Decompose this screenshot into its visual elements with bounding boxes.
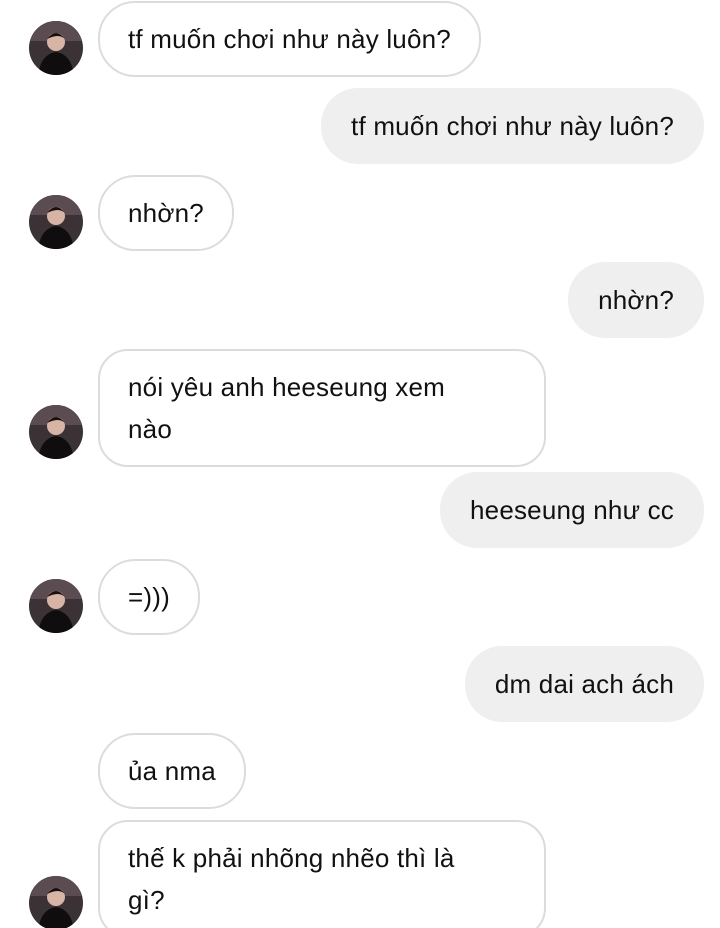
incoming-message-bubble[interactable]: nói yêu anh heeseung xem nào bbox=[98, 349, 546, 467]
chat-thread: tf muốn chơi như này luôn? tf muốn chơi … bbox=[0, 0, 720, 928]
incoming-message-bubble[interactable]: thế k phải nhõng nhẽo thì là gì? bbox=[98, 820, 546, 928]
avatar-icon bbox=[29, 195, 83, 249]
outgoing-message-bubble[interactable]: tf muốn chơi như này luôn? bbox=[321, 88, 704, 164]
avatar[interactable] bbox=[29, 405, 83, 459]
avatar-icon bbox=[29, 405, 83, 459]
avatar[interactable] bbox=[29, 195, 83, 249]
incoming-message-bubble[interactable]: =))) bbox=[98, 559, 200, 635]
outgoing-message-bubble[interactable]: nhờn? bbox=[568, 262, 704, 338]
avatar[interactable] bbox=[29, 876, 83, 928]
avatar[interactable] bbox=[29, 579, 83, 633]
avatar-icon bbox=[29, 21, 83, 75]
avatar-icon bbox=[29, 579, 83, 633]
incoming-message-bubble[interactable]: nhờn? bbox=[98, 175, 234, 251]
avatar[interactable] bbox=[29, 21, 83, 75]
incoming-message-bubble[interactable]: ủa nma bbox=[98, 733, 246, 809]
outgoing-message-bubble[interactable]: heeseung như cc bbox=[440, 472, 704, 548]
incoming-message-bubble[interactable]: tf muốn chơi như này luôn? bbox=[98, 1, 481, 77]
avatar-icon bbox=[29, 876, 83, 928]
outgoing-message-bubble[interactable]: dm dai ach ách bbox=[464, 646, 704, 722]
